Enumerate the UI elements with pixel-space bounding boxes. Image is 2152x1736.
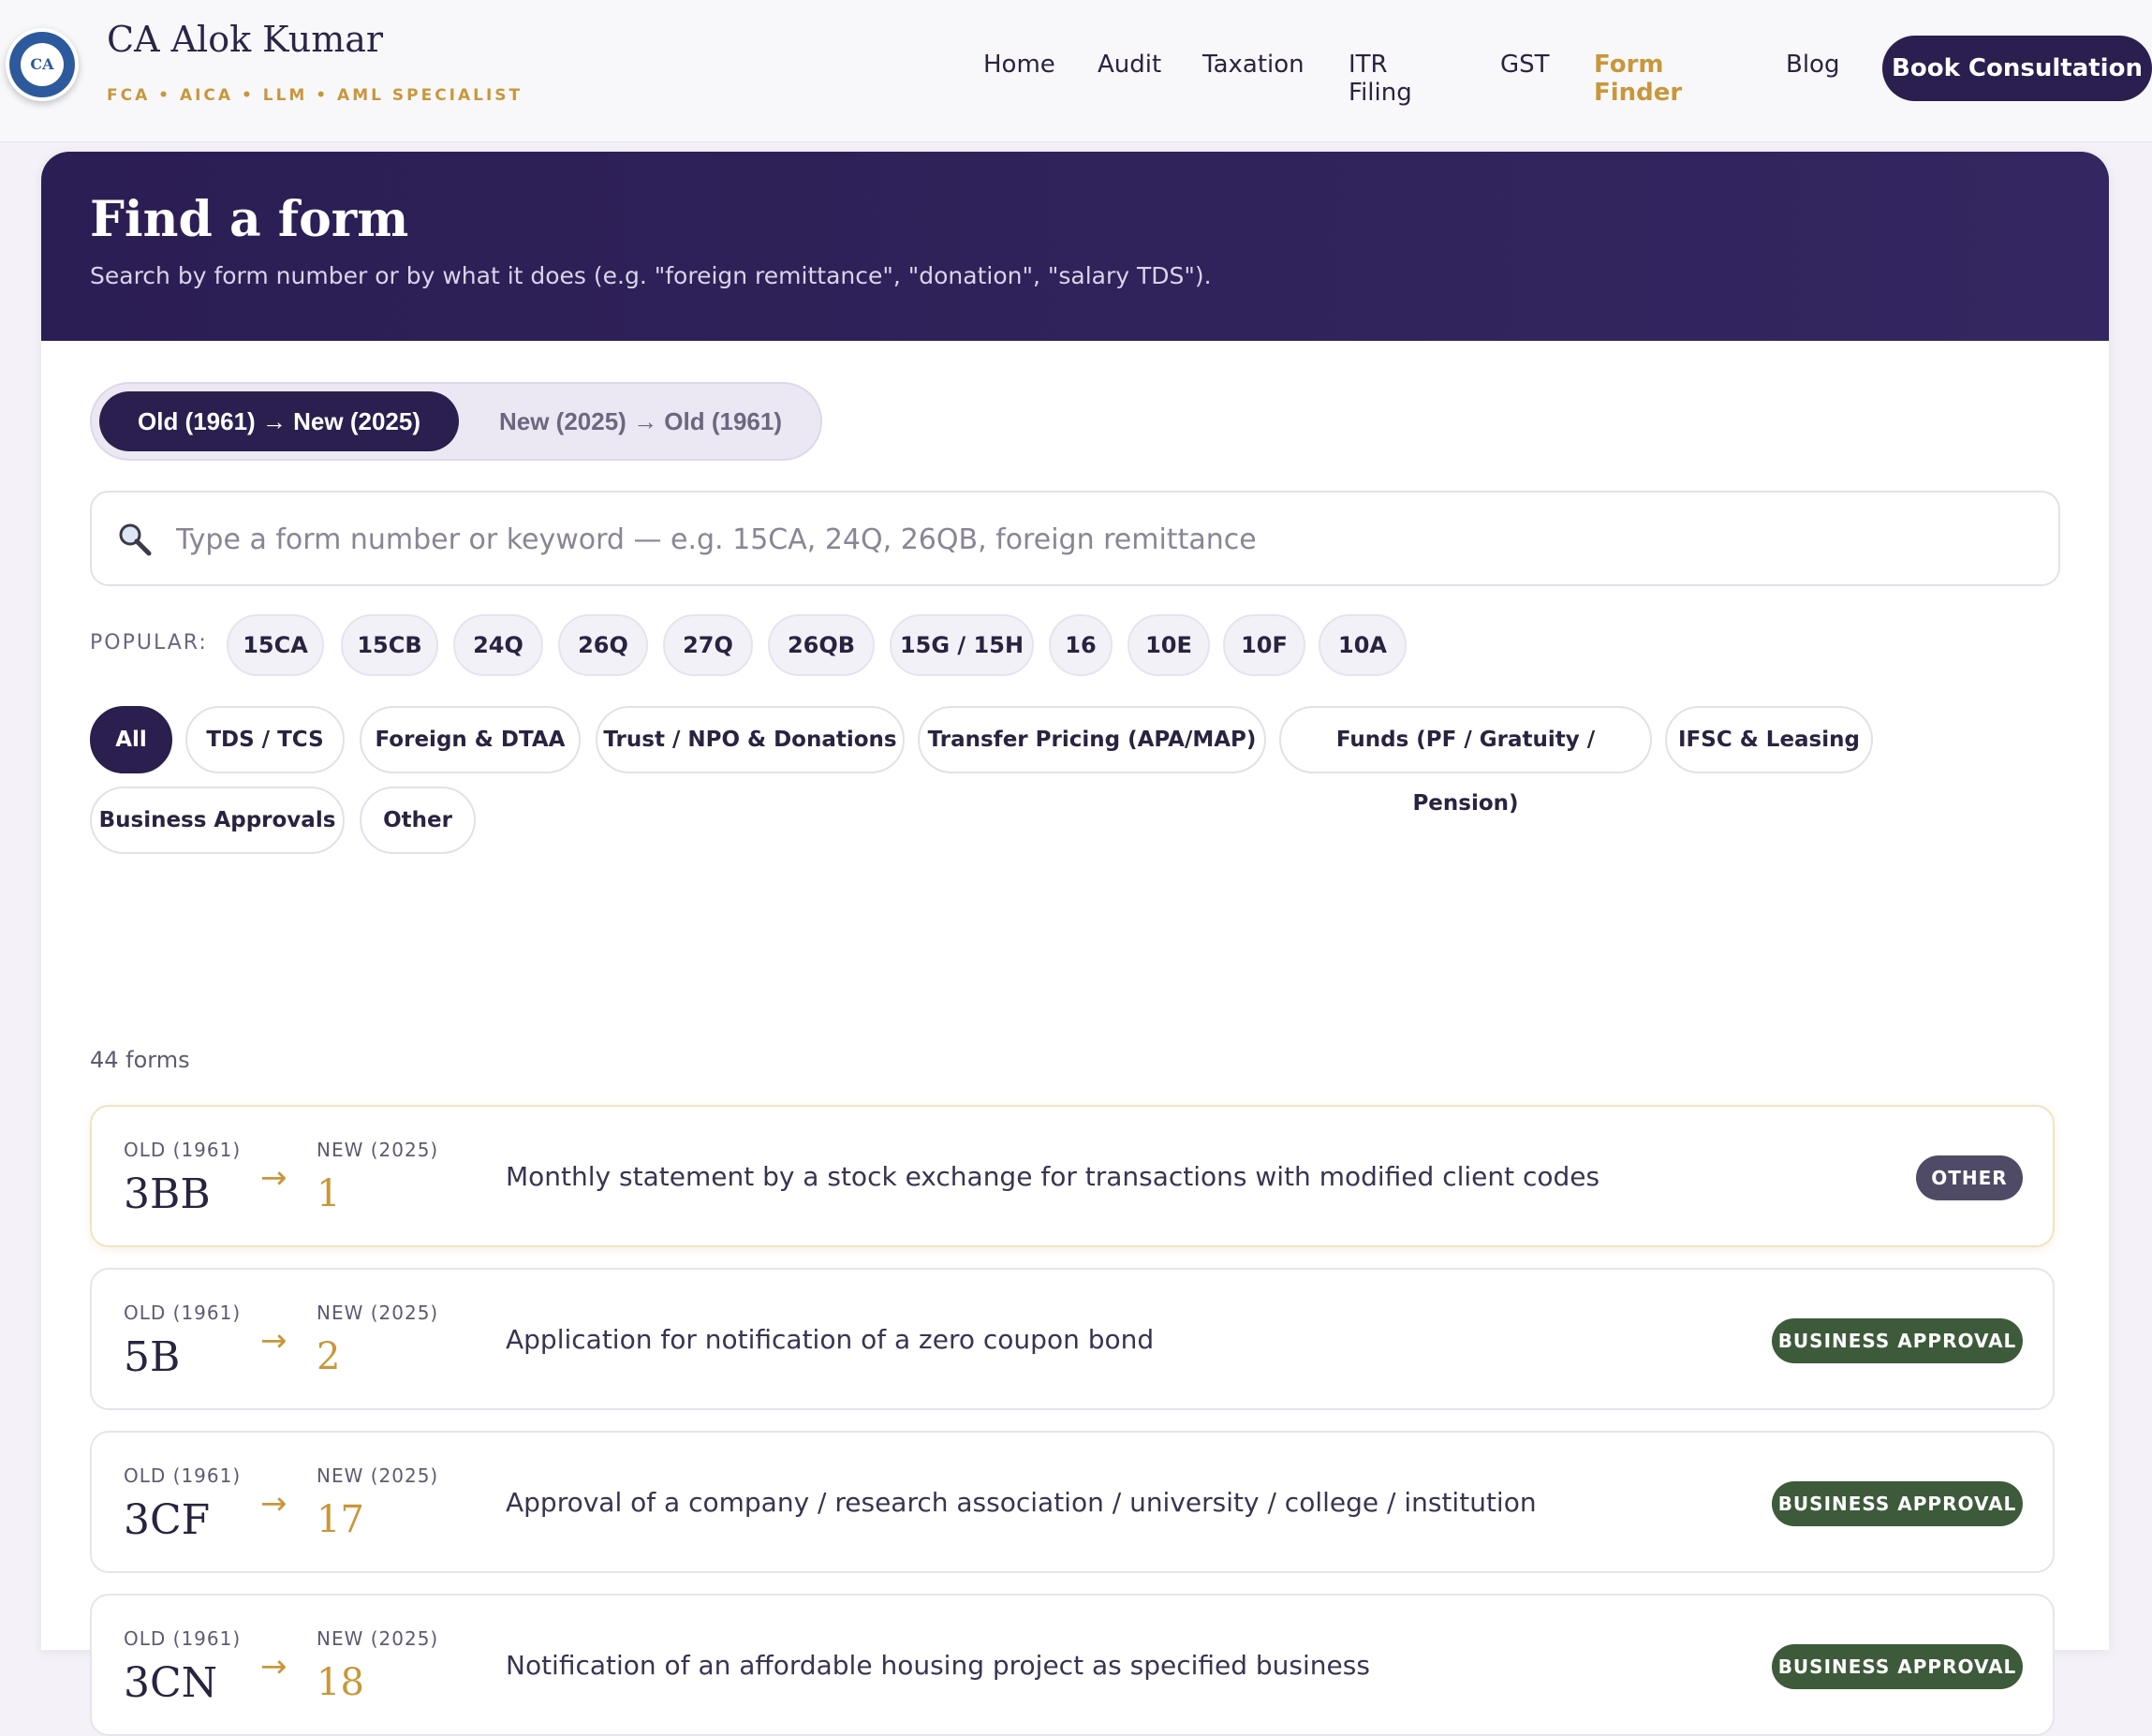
popular-label: POPULAR:: [90, 631, 208, 655]
popular-chip-27q[interactable]: 27Q: [663, 614, 753, 676]
popular-chip-10f[interactable]: 10F: [1223, 614, 1305, 676]
page-subtitle: Search by form number or by what it does…: [90, 262, 1212, 289]
form-description: Monthly statement by a stock exchange fo…: [506, 1161, 1600, 1192]
nav-gst[interactable]: GST: [1500, 51, 1550, 79]
arrow-right-icon: →: [260, 1322, 287, 1360]
filter-all[interactable]: All: [90, 706, 172, 773]
filter-business-approvals[interactable]: Business Approvals: [90, 787, 345, 854]
form-row[interactable]: OLD (1961) 3CN → NEW (2025) 18 Notificat…: [90, 1594, 2055, 1736]
toggle-old-to-new[interactable]: Old (1961) → New (2025): [99, 391, 459, 451]
direction-toggle: Old (1961) → New (2025) New (2025) → Old…: [90, 382, 822, 461]
book-consultation-button[interactable]: Book Consultation: [1882, 36, 2152, 101]
brand-logo[interactable]: CA: [6, 28, 79, 101]
form-finder-card: Find a form Search by form number or by …: [41, 152, 2109, 1736]
old-form-number: 3CF: [124, 1496, 211, 1544]
popular-chip-10e[interactable]: 10E: [1128, 614, 1210, 676]
form-description: Notification of an affordable housing pr…: [506, 1650, 1370, 1681]
new-form-number: 18: [317, 1661, 364, 1704]
arrow-right-icon: →: [260, 1648, 287, 1685]
new-form-number: 17: [317, 1498, 364, 1541]
site-header: CA CA Alok Kumar FCA • AICA • LLM • AML …: [0, 0, 2152, 142]
filter-foreign-dtaa[interactable]: Foreign & DTAA: [360, 706, 581, 773]
filter-ifsc-leasing[interactable]: IFSC & Leasing: [1665, 706, 1873, 773]
new-form-number: 2: [317, 1335, 341, 1378]
brand-tagline: FCA • AICA • LLM • AML SPECIALIST: [107, 86, 523, 105]
new-label: NEW (2025): [317, 1302, 439, 1324]
arrow-right-icon: →: [260, 1159, 287, 1197]
nav-blog[interactable]: Blog: [1786, 51, 1839, 79]
form-description: Approval of a company / research associa…: [506, 1487, 1537, 1518]
old-form-number: 3BB: [124, 1170, 211, 1218]
search-input[interactable]: [176, 513, 2040, 566]
nav-taxation[interactable]: Taxation: [1202, 51, 1304, 79]
category-badge: OTHER: [1916, 1155, 2023, 1200]
popular-chip-26qb[interactable]: 26QB: [768, 614, 875, 676]
search-box: [90, 491, 2060, 586]
new-label: NEW (2025): [317, 1627, 439, 1650]
new-label: NEW (2025): [317, 1139, 439, 1161]
nav-home[interactable]: Home: [983, 51, 1055, 79]
brand-name[interactable]: CA Alok Kumar: [107, 19, 383, 60]
category-badge: BUSINESS APPROVAL: [1772, 1318, 2023, 1363]
category-badge: BUSINESS APPROVAL: [1772, 1481, 2023, 1526]
toggle-new-to-old[interactable]: New (2025) → Old (1961): [463, 391, 818, 451]
nav-audit[interactable]: Audit: [1098, 51, 1161, 79]
old-label: OLD (1961): [124, 1464, 242, 1487]
nav-form-finder[interactable]: Form Finder: [1594, 51, 1682, 107]
old-form-number: 5B: [124, 1333, 181, 1381]
form-row[interactable]: OLD (1961) 3BB → NEW (2025) 1 Monthly st…: [90, 1105, 2055, 1247]
form-row[interactable]: OLD (1961) 3CF → NEW (2025) 17 Approval …: [90, 1431, 2055, 1573]
page-title: Find a form: [90, 191, 409, 248]
old-form-number: 3CN: [124, 1659, 218, 1707]
form-description: Application for notification of a zero c…: [506, 1324, 1155, 1355]
category-badge: BUSINESS APPROVAL: [1772, 1644, 2023, 1689]
hero-banner: Find a form Search by form number or by …: [41, 152, 2109, 341]
popular-chip-15cb[interactable]: 15CB: [341, 614, 438, 676]
new-label: NEW (2025): [317, 1464, 439, 1487]
old-label: OLD (1961): [124, 1302, 242, 1324]
new-form-number: 1: [317, 1172, 341, 1215]
filter-other[interactable]: Other: [360, 787, 476, 854]
logo-monogram: CA: [21, 43, 64, 86]
popular-chip-15ca[interactable]: 15CA: [227, 614, 324, 676]
filter-transfer-pricing[interactable]: Transfer Pricing (APA/MAP): [918, 706, 1266, 773]
result-count: 44 forms: [90, 1047, 190, 1073]
filter-tds-tcs[interactable]: TDS / TCS: [185, 706, 345, 773]
filter-funds[interactable]: Funds (PF / Gratuity / Pension): [1279, 706, 1652, 816]
old-label: OLD (1961): [124, 1139, 242, 1161]
arrow-right-icon: →: [260, 1485, 287, 1523]
popular-chip-16[interactable]: 16: [1049, 614, 1113, 676]
old-label: OLD (1961): [124, 1627, 242, 1650]
popular-chip-15g-15h[interactable]: 15G / 15H: [890, 614, 1034, 676]
search-icon: [119, 523, 152, 556]
filter-trust-npo[interactable]: Trust / NPO & Donations: [596, 706, 905, 773]
form-row[interactable]: OLD (1961) 5B → NEW (2025) 2 Application…: [90, 1268, 2055, 1410]
popular-chip-10a[interactable]: 10A: [1319, 614, 1407, 676]
popular-chip-26q[interactable]: 26Q: [558, 614, 648, 676]
popular-chip-24q[interactable]: 24Q: [453, 614, 543, 676]
nav-itr-filing[interactable]: ITR Filing: [1349, 51, 1412, 107]
